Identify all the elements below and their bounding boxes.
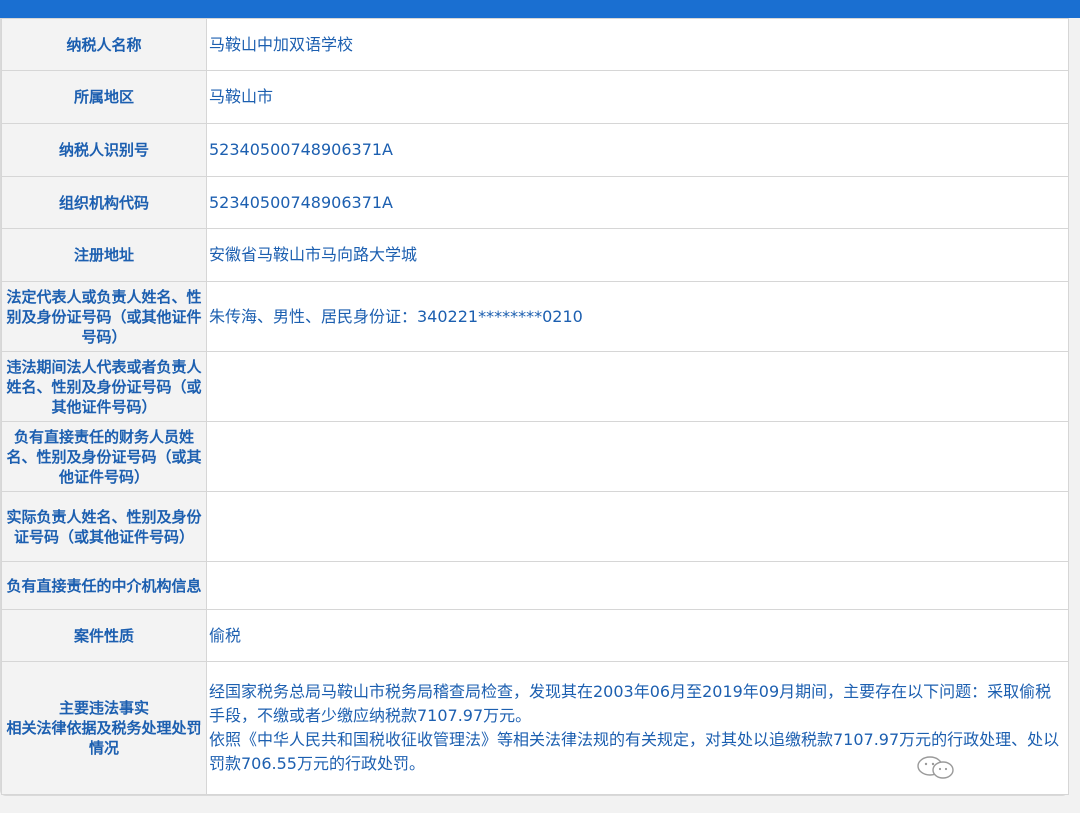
row-label: 注册地址 <box>1 228 207 282</box>
header-bar <box>0 0 1080 18</box>
row-value: 52340500748906371A <box>206 123 1069 177</box>
wechat-icon <box>917 756 954 779</box>
row-label: 负有直接责任的中介机构信息 <box>1 561 207 610</box>
row-value: 52340500748906371A <box>206 176 1069 229</box>
row-label: 组织机构代码 <box>1 176 207 229</box>
row-value <box>206 561 1069 610</box>
facts-label-line1: 主要违法事实 <box>58 699 149 717</box>
row-label: 负有直接责任的财务人员姓名、性别及身份证号码（或其他证件号码） <box>1 421 207 492</box>
row-value: 马鞍山中加双语学校 <box>206 18 1069 71</box>
table-row: 组织机构代码 52340500748906371A <box>1 176 1069 229</box>
table-row: 法定代表人或负责人姓名、性别及身份证号码（或其他证件号码） 朱传海、男性、居民身… <box>1 281 1069 352</box>
tax-info-table: 纳税人名称 马鞍山中加双语学校 所属地区 马鞍山市 纳税人识别号 5234050… <box>1 18 1069 795</box>
row-value <box>206 491 1069 562</box>
table-row: 实际负责人姓名、性别及身份证号码（或其他证件号码） <box>1 491 1069 562</box>
facts-row: 主要违法事实 相关法律依据及税务处理处罚情况 经国家税务总局马鞍山市税务局稽查局… <box>1 661 1069 795</box>
facts-paragraph-1: 经国家税务总局马鞍山市税务局稽查局检查，发现其在2003年06月至2019年09… <box>209 682 1052 725</box>
facts-label-line2: 相关法律依据及税务处理处罚情况 <box>6 719 202 757</box>
tax-violation-panel: 纳税人名称 马鞍山中加双语学校 所属地区 马鞍山市 纳税人识别号 5234050… <box>0 18 1069 796</box>
row-label: 所属地区 <box>1 70 207 124</box>
table-row: 所属地区 马鞍山市 <box>1 70 1069 124</box>
row-value: 朱传海、男性、居民身份证：340221********0210 <box>206 281 1069 352</box>
row-label: 纳税人识别号 <box>1 123 207 177</box>
facts-label: 主要违法事实 相关法律依据及税务处理处罚情况 <box>1 661 207 795</box>
table-row: 纳税人识别号 52340500748906371A <box>1 123 1069 177</box>
table-row: 负有直接责任的中介机构信息 <box>1 561 1069 610</box>
row-label: 实际负责人姓名、性别及身份证号码（或其他证件号码） <box>1 491 207 562</box>
table-row: 纳税人名称 马鞍山中加双语学校 <box>1 18 1069 71</box>
row-label: 案件性质 <box>1 609 207 662</box>
table-row: 注册地址 安徽省马鞍山市马向路大学城 <box>1 228 1069 282</box>
row-value <box>206 421 1069 492</box>
row-label: 法定代表人或负责人姓名、性别及身份证号码（或其他证件号码） <box>1 281 207 352</box>
table-row: 案件性质 偷税 <box>1 609 1069 662</box>
table-row: 负有直接责任的财务人员姓名、性别及身份证号码（或其他证件号码） <box>1 421 1069 492</box>
row-value: 马鞍山市 <box>206 70 1069 124</box>
row-value: 安徽省马鞍山市马向路大学城 <box>206 228 1069 282</box>
table-row: 违法期间法人代表或者负责人姓名、性别及身份证号码（或其他证件号码） <box>1 351 1069 422</box>
row-label: 纳税人名称 <box>1 18 207 71</box>
row-value <box>206 351 1069 422</box>
row-label: 违法期间法人代表或者负责人姓名、性别及身份证号码（或其他证件号码） <box>1 351 207 422</box>
row-value: 偷税 <box>206 609 1069 662</box>
